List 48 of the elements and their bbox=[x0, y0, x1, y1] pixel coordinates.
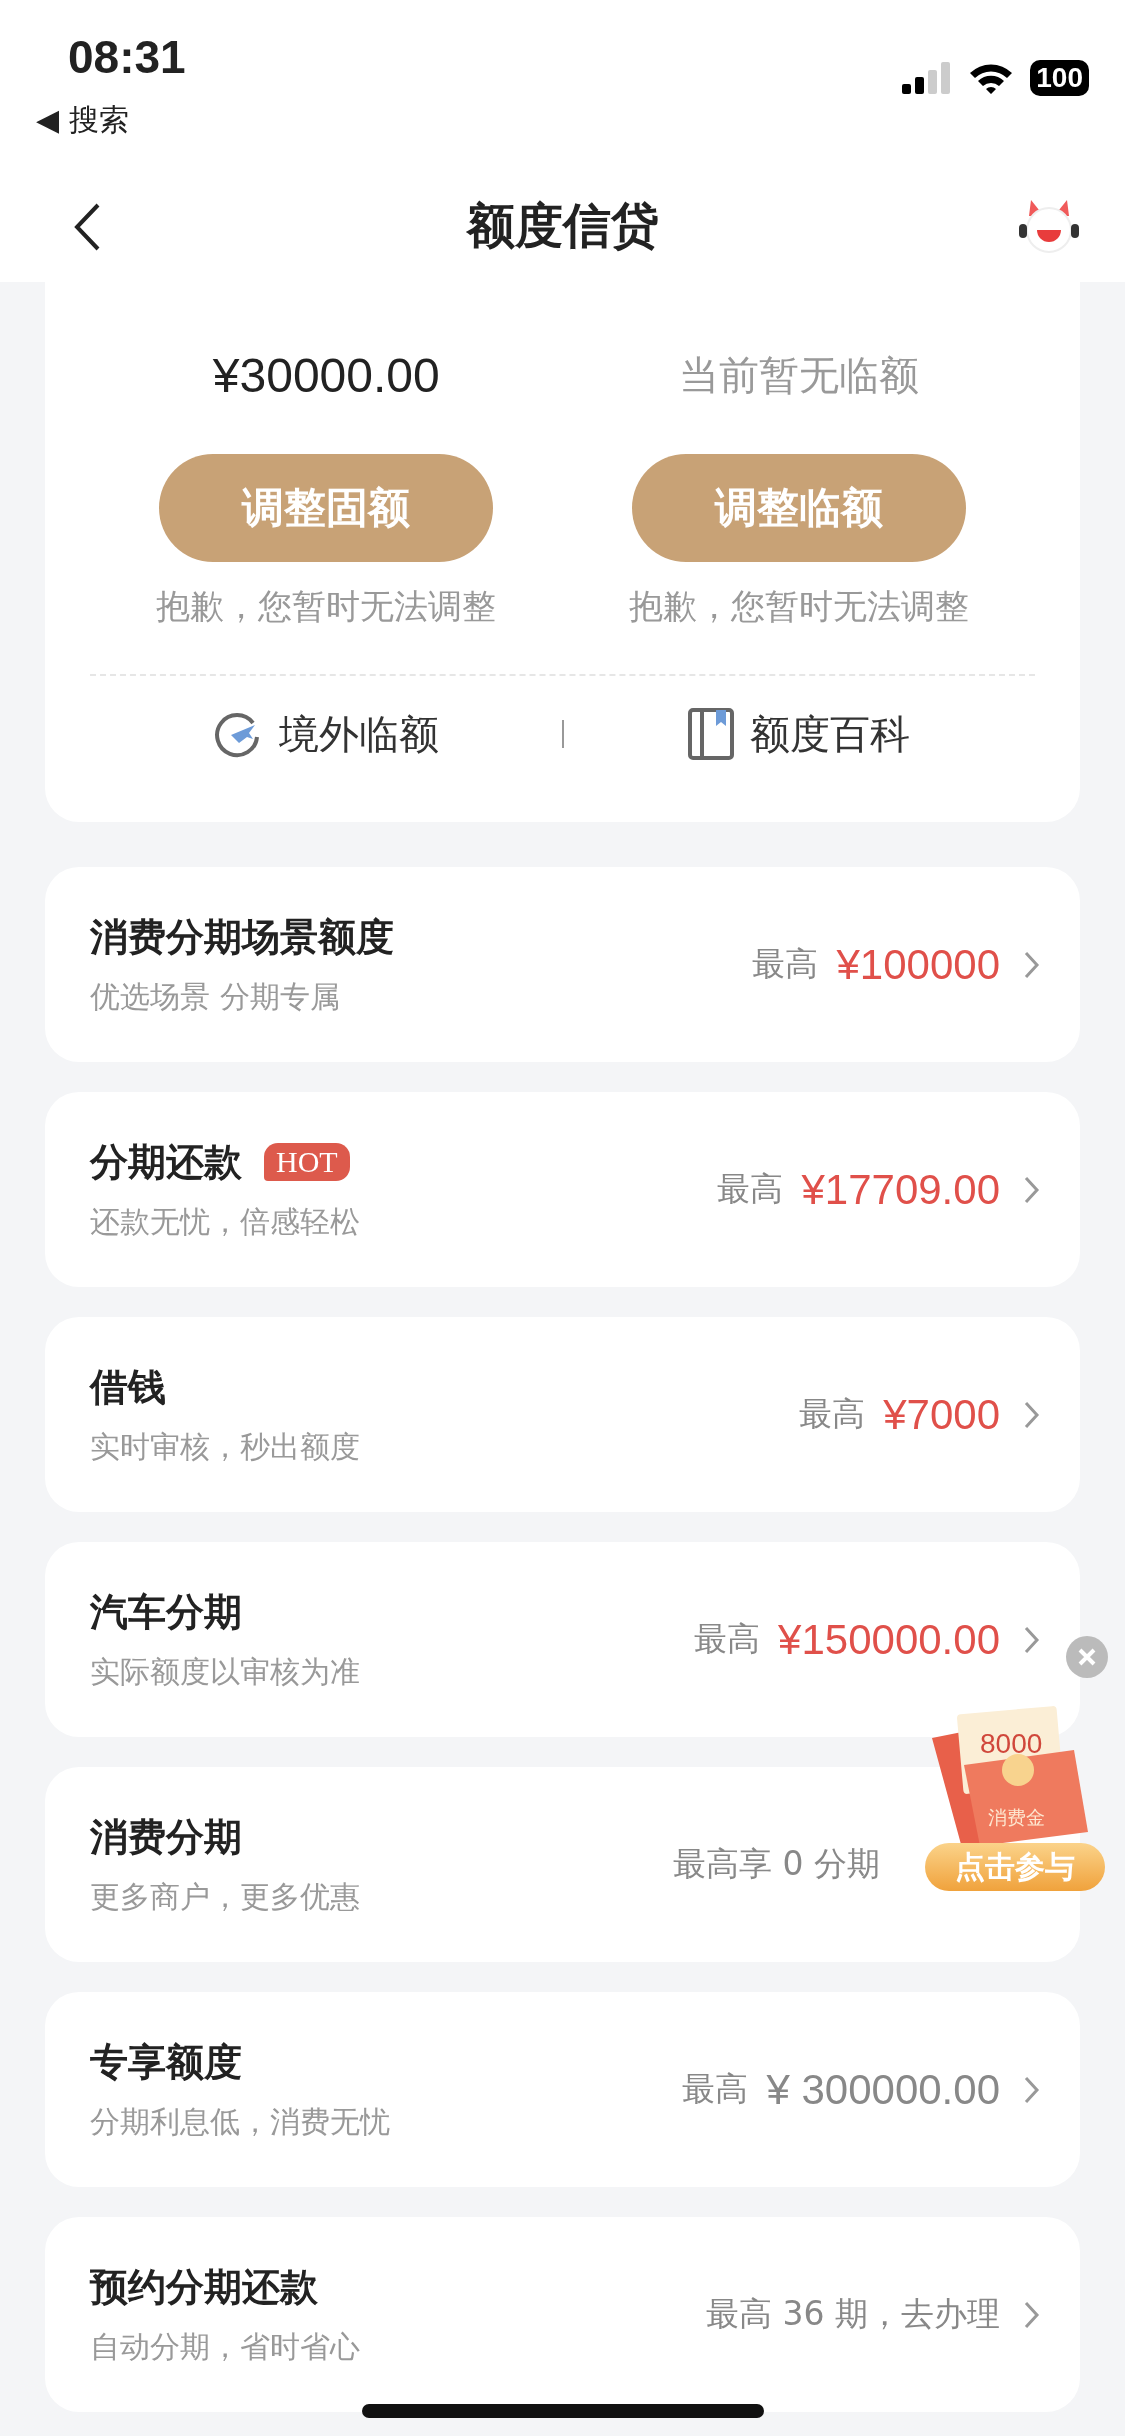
product-title: 分期还款 bbox=[90, 1138, 242, 1186]
no-limit-text: 当前暂无临额 bbox=[678, 351, 919, 400]
limit-note: 抱歉，您暂时无法调整 bbox=[156, 585, 497, 628]
promo-label: 消费金 bbox=[988, 1805, 1045, 1830]
max-amount: ¥100000 bbox=[836, 940, 1000, 989]
page-title: 额度信贷 bbox=[466, 196, 659, 255]
signal-icon bbox=[902, 62, 953, 94]
product-subtitle: 实际额度以审核为准 bbox=[90, 1652, 361, 1691]
product-subtitle: 实时审核，秒出额度 bbox=[90, 1427, 361, 1466]
wifi-icon bbox=[968, 61, 1015, 95]
back-to-app-link[interactable]: ◀ 搜索 bbox=[36, 100, 129, 141]
close-icon bbox=[1077, 1647, 1097, 1667]
max-amount: ¥150000.00 bbox=[778, 1615, 1000, 1664]
product-title: 专享额度 bbox=[90, 2038, 242, 2086]
limit-prefix: 最高享 0 分期 bbox=[673, 1843, 880, 1885]
product-title: 消费分期 bbox=[90, 1813, 242, 1861]
product-title: 预约分期还款 bbox=[90, 2263, 318, 2311]
credit-product-row[interactable]: 借钱 实时审核，秒出额度 最高 ¥7000 bbox=[45, 1317, 1080, 1512]
hot-badge: HOT bbox=[264, 1143, 350, 1181]
limit-prefix: 最高 bbox=[694, 1618, 761, 1660]
product-subtitle: 优选场景 分期专属 bbox=[90, 977, 341, 1016]
max-amount: ¥ 300000.00 bbox=[766, 2065, 1000, 2114]
product-title: 汽车分期 bbox=[90, 1588, 242, 1636]
book-icon bbox=[688, 708, 735, 760]
card-link[interactable]: 境外临额 bbox=[278, 706, 439, 762]
product-title: 消费分期场景额度 bbox=[90, 913, 394, 961]
product-subtitle: 自动分期，省时省心 bbox=[90, 2327, 361, 2366]
status-time: 08:31 bbox=[68, 30, 186, 84]
product-subtitle: 还款无忧，倍感轻松 bbox=[90, 1202, 361, 1241]
product-subtitle: 分期利息低，消费无忧 bbox=[90, 2102, 391, 2141]
limit-amount: ¥30000.00 bbox=[212, 348, 440, 404]
limit-prefix: 最高 bbox=[682, 2068, 749, 2110]
limit-note: 抱歉，您暂时无法调整 bbox=[628, 585, 969, 628]
limit-prefix: 最高 bbox=[799, 1393, 866, 1435]
card-link[interactable]: 额度百科 bbox=[750, 706, 911, 762]
product-title: 借钱 bbox=[90, 1363, 166, 1411]
max-amount: ¥17709.00 bbox=[801, 1165, 1000, 1214]
credit-product-row[interactable]: 消费分期场景额度 优选场景 分期专属 最高 ¥100000 bbox=[45, 867, 1080, 1062]
credit-product-row[interactable]: 分期还款 HOT 还款无忧，倍感轻松 最高 ¥17709.00 bbox=[45, 1092, 1080, 1287]
credit-product-row[interactable]: 预约分期还款 自动分期，省时省心 最高 36 期，去办理 bbox=[45, 2217, 1080, 2412]
credit-product-row[interactable]: 专享额度 分期利息低，消费无忧 最高 ¥ 300000.00 bbox=[45, 1992, 1080, 2187]
limit-prefix: 最高 36 期，去办理 bbox=[706, 2293, 1000, 2335]
back-icon[interactable] bbox=[72, 202, 102, 252]
limit-prefix: 最高 bbox=[752, 943, 819, 985]
limit-prefix: 最高 bbox=[717, 1168, 784, 1210]
product-subtitle: 更多商户，更多优惠 bbox=[90, 1877, 361, 1916]
max-amount: ¥7000 bbox=[883, 1390, 1000, 1439]
battery-indicator: 100 bbox=[1030, 60, 1089, 96]
